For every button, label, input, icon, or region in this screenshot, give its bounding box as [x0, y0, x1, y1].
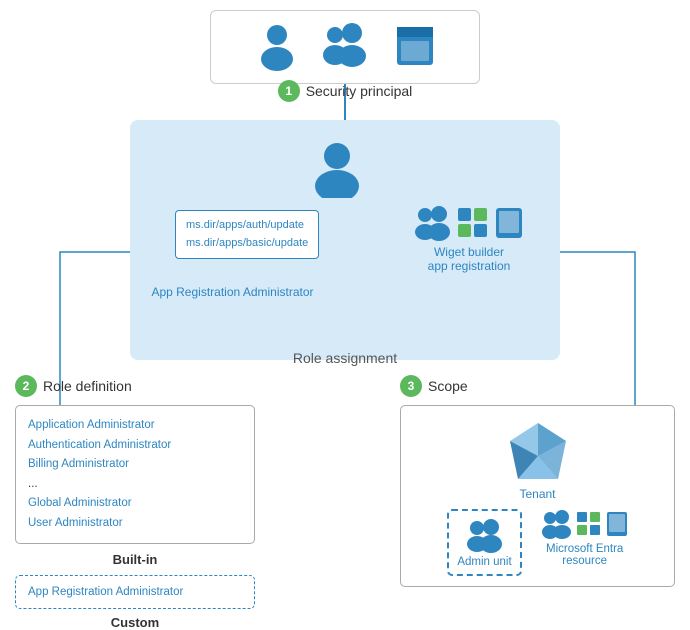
- security-principal-box: [210, 10, 480, 84]
- builtin-roles-box: Application Administrator Authentication…: [15, 405, 255, 544]
- app-reg-line1: ms.dir/apps/auth/update: [186, 217, 308, 235]
- badge-2: 2: [15, 375, 37, 397]
- app-reg-box: ms.dir/apps/auth/update ms.dir/apps/basi…: [175, 210, 319, 259]
- role-ellipsis: ...: [28, 475, 242, 495]
- entra-person-icon: [542, 509, 572, 539]
- entra-tablet-icon: [606, 511, 628, 537]
- group-icon: [320, 21, 375, 71]
- role-person-icon: [310, 140, 365, 198]
- tenant-icon: [508, 421, 568, 483]
- role-item-auth-admin[interactable]: Authentication Administrator: [28, 436, 242, 456]
- app-reg-label: App Registration Administrator: [145, 285, 320, 299]
- scope-header: 3 Scope: [400, 375, 675, 397]
- widget-builder: Wiget builder app registration: [415, 205, 523, 273]
- badge-3: 3: [400, 375, 422, 397]
- widget-grid-icon: [457, 207, 489, 239]
- role-item-app-reg-admin[interactable]: App Registration Administrator: [28, 586, 242, 598]
- app-reg-line2: ms.dir/apps/basic/update: [186, 235, 308, 253]
- badge-1: 1: [278, 80, 300, 102]
- role-definition-section: 2 Role definition Application Administra…: [15, 375, 255, 630]
- widget-tablet-icon: [495, 207, 523, 239]
- entra-grid-icon: [576, 511, 602, 537]
- app-icon: [395, 25, 435, 67]
- custom-roles-box: App Registration Administrator: [15, 575, 255, 609]
- role-def-title: Role definition: [43, 378, 132, 394]
- security-principal-label: 1 Security principal: [210, 80, 480, 102]
- scope-inner-box: Tenant Admin unit: [400, 405, 675, 587]
- entra-resource: Microsoft Entra resource: [542, 509, 628, 567]
- admin-unit-label: Admin unit: [457, 556, 511, 568]
- role-assignment-label: Role assignment: [130, 350, 560, 366]
- role-person: [310, 140, 365, 198]
- widget-builder-text: Wiget builder app registration: [428, 245, 511, 273]
- role-item-app-admin[interactable]: Application Administrator: [28, 416, 242, 436]
- role-item-billing[interactable]: Billing Administrator: [28, 455, 242, 475]
- role-item-user-admin[interactable]: User Administrator: [28, 514, 242, 534]
- tenant-label: Tenant: [519, 487, 555, 501]
- role-def-header: 2 Role definition: [15, 375, 255, 397]
- diagram: 1 Security principal ms.dir/apps/auth/up…: [0, 0, 690, 619]
- custom-label: Custom: [15, 615, 255, 630]
- security-principal-text: Security principal: [306, 83, 413, 99]
- scope-section: 3 Scope Tenant: [400, 375, 675, 599]
- widget-person-icon: [415, 205, 451, 241]
- role-item-global-admin[interactable]: Global Administrator: [28, 494, 242, 514]
- scope-title: Scope: [428, 378, 468, 394]
- user-icon: [255, 21, 300, 71]
- scope-row: Admin unit: [447, 509, 627, 576]
- admin-unit-icon: [465, 517, 505, 553]
- admin-unit-box: Admin unit: [447, 509, 521, 576]
- builtin-label: Built-in: [15, 552, 255, 567]
- entra-label: Microsoft Entra resource: [546, 543, 623, 567]
